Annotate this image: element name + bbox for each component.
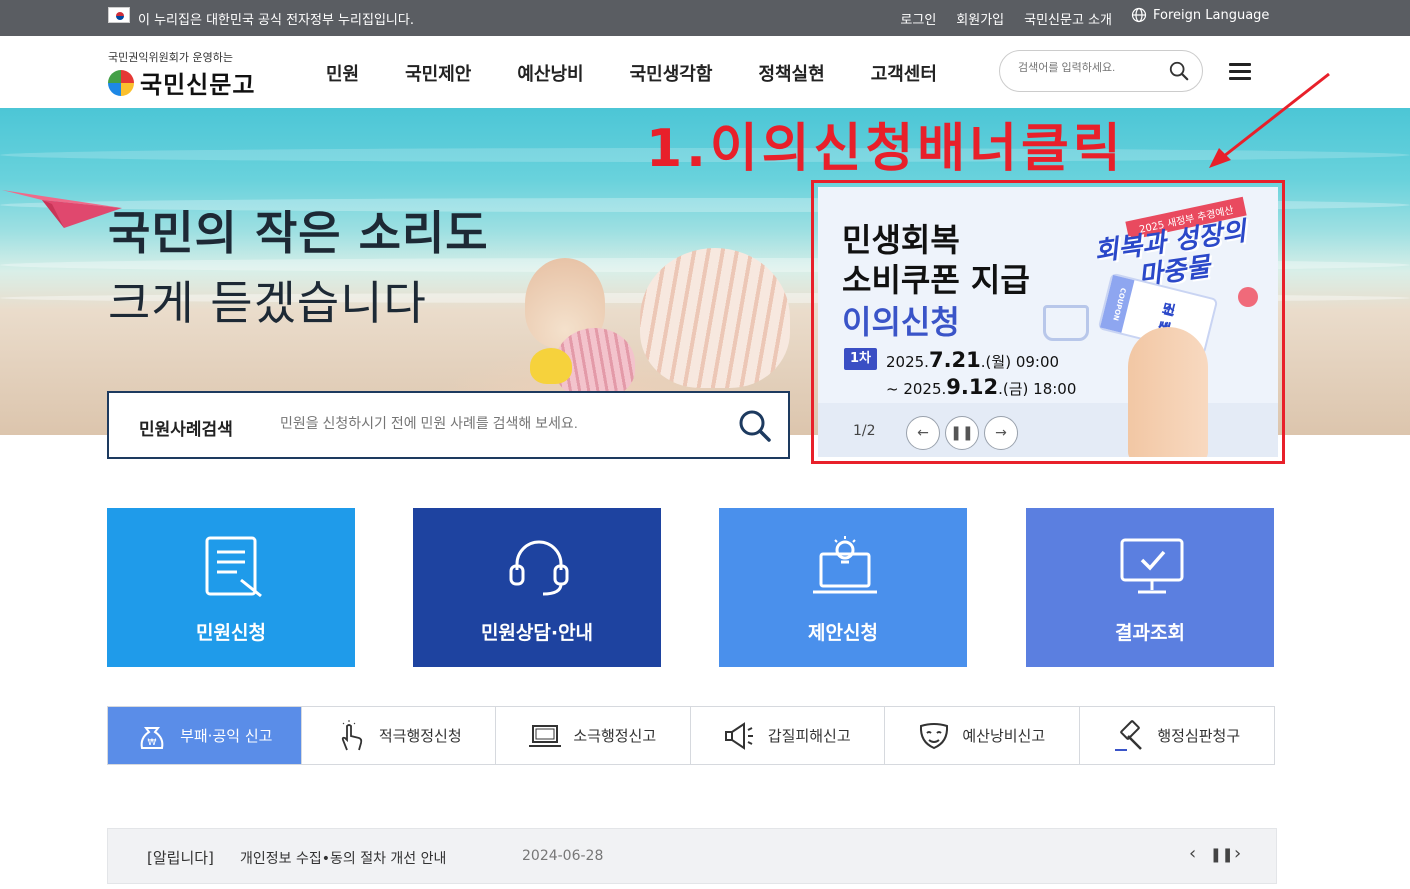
login-link[interactable]: 로그인	[900, 9, 936, 28]
report-tabs: ₩ 부패·공익 신고 적극행정신청 소극행정신고 갑질피해신고 예산낭비신고 행…	[107, 706, 1275, 765]
notice-prev-icon[interactable]: ‹	[1189, 843, 1196, 864]
main-nav: 민원 국민제안 예산낭비 국민생각함 정책실현 고객센터	[326, 60, 937, 86]
quick-menu-complaint-apply[interactable]: 민원신청	[107, 508, 355, 667]
gov-notice-text: 이 누리집은 대한민국 공식 전자정부 누리집입니다.	[138, 13, 414, 28]
korea-flag-icon	[108, 7, 130, 23]
tab-label: 예산낭비신고	[962, 727, 1046, 745]
site-logo[interactable]: 국민신문고	[108, 65, 255, 100]
header-search	[999, 50, 1203, 92]
nav-item-minwon[interactable]: 민원	[326, 60, 359, 86]
quick-menu-label: 제안신청	[808, 622, 878, 644]
notice-next-icon[interactable]: ›	[1234, 843, 1241, 864]
nav-item-public-opinion[interactable]: 국민생각함	[630, 60, 713, 86]
mask-icon	[920, 722, 949, 749]
logo-subtitle: 국민권익위원회가 운영하는	[108, 51, 233, 64]
hand-pointer-icon	[341, 719, 362, 750]
logo-mark-icon	[108, 69, 134, 96]
quick-menu-label: 민원상담·안내	[480, 622, 594, 644]
hero-title-line2: 크게 듣겠습니다	[108, 276, 427, 330]
case-search-box: 민원사례검색	[107, 391, 790, 459]
quick-menu-result[interactable]: 결과조회	[1026, 508, 1274, 667]
notice-tag: [알립니다]	[147, 849, 214, 867]
tab-label: 적극행정신청	[378, 727, 462, 745]
laptop-icon	[529, 724, 562, 747]
header-search-input[interactable]	[1018, 62, 1158, 74]
tab-corruption-report[interactable]: ₩ 부패·공익 신고	[108, 707, 302, 764]
headset-icon	[509, 540, 569, 596]
tab-power-abuse-report[interactable]: 갑질피해신고	[691, 707, 885, 764]
monitor-check-icon	[1120, 538, 1184, 594]
tab-passive-admin-report[interactable]: 소극행정신고	[496, 707, 691, 764]
svg-text:₩: ₩	[148, 738, 157, 748]
logo-text: 국민신문고	[140, 70, 256, 99]
foreign-language-label: Foreign Language	[1153, 7, 1270, 23]
annotation-arrow-icon	[1209, 72, 1330, 168]
quick-menu-proposal[interactable]: 제안신청	[719, 508, 967, 667]
gov-banner-bar: 이 누리집은 대한민국 공식 전자정부 누리집입니다. 로그인 회원가입 국민신…	[0, 0, 1410, 36]
quick-menu-consult[interactable]: 민원상담·안내	[413, 508, 661, 667]
globe-icon	[1131, 7, 1147, 23]
notice-pause-icon[interactable]: ❚❚	[1210, 847, 1233, 863]
gavel-icon	[1115, 719, 1143, 751]
tab-label: 부패·공익 신고	[180, 727, 273, 745]
quick-menu-label: 민원신청	[196, 622, 266, 644]
case-search-input[interactable]	[280, 415, 710, 431]
hero-title: 국민의 작은 소리도 크게 듣겠습니다	[108, 198, 489, 338]
search-icon[interactable]	[1168, 60, 1190, 82]
tab-budget-waste-report[interactable]: 예산낭비신고	[885, 707, 1080, 764]
megaphone-icon	[724, 721, 753, 750]
notice-date: 2024-06-28	[522, 848, 604, 864]
tab-admin-appeal[interactable]: 행정심판청구	[1080, 707, 1275, 764]
notice-bar: [알립니다] 개인정보 수집•동의 절차 개선 안내 2024-06-28 ‹ …	[107, 828, 1277, 884]
yellow-shell-decoration	[530, 348, 572, 384]
money-bag-icon: ₩	[140, 726, 164, 749]
nav-item-customer-center[interactable]: 고객센터	[871, 60, 937, 86]
lightbulb-laptop-icon	[813, 536, 877, 594]
nav-item-policy[interactable]: 정책실현	[758, 60, 824, 86]
hero-title-line1: 국민의 작은 소리도	[108, 206, 489, 260]
site-header: 국민권익위원회가 운영하는 국민신문고 민원 국민제안 예산낭비 국민생각함 정…	[0, 36, 1410, 108]
tab-proactive-admin[interactable]: 적극행정신청	[302, 707, 496, 764]
document-icon	[205, 536, 262, 598]
about-link[interactable]: 국민신문고 소개	[1024, 9, 1112, 28]
tab-label: 갑질피해신고	[767, 727, 851, 745]
shell-decoration	[640, 248, 790, 388]
case-search-icon[interactable]	[737, 408, 773, 444]
nav-item-budget-waste[interactable]: 예산낭비	[517, 60, 583, 86]
quick-menu-label: 결과조회	[1115, 622, 1185, 644]
annotation-highlight-box	[811, 180, 1285, 464]
annotation-text: 1.이의신청배너클릭	[646, 119, 1125, 179]
notice-title-link[interactable]: 개인정보 수집•동의 절차 개선 안내	[240, 848, 446, 868]
tab-label: 소극행정신고	[573, 727, 657, 745]
foreign-language-link[interactable]: Foreign Language	[1131, 7, 1269, 23]
signup-link[interactable]: 회원가입	[956, 9, 1004, 28]
tab-label: 행정심판청구	[1157, 727, 1241, 745]
paper-plane-icon	[2, 190, 122, 228]
nav-item-proposal[interactable]: 국민제안	[405, 60, 471, 86]
case-search-label: 민원사례검색	[139, 420, 233, 440]
